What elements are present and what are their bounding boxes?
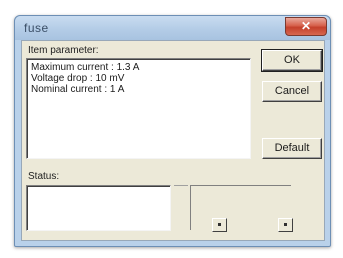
dialog-client-area: Item parameter: Maximum current : 1.3 A …	[21, 40, 325, 241]
cancel-button[interactable]: Cancel	[262, 81, 322, 102]
screenshot-stage: fuse ✕ Item parameter: Maximum current :…	[0, 0, 343, 258]
param-line-nominal-current: Nominal current : 1 A	[31, 84, 125, 95]
small-button-icon	[284, 223, 287, 226]
status-box	[26, 185, 171, 231]
default-button[interactable]: Default	[262, 138, 322, 159]
window-title: fuse	[24, 21, 49, 35]
param-line-max-current: Maximum current : 1.3 A	[31, 62, 140, 73]
right-small-button[interactable]	[278, 218, 293, 232]
item-parameter-box[interactable]: Maximum current : 1.3 A Voltage drop : 1…	[26, 58, 251, 159]
item-parameter-label: Item parameter:	[28, 45, 99, 56]
status-label: Status:	[28, 171, 60, 182]
left-small-button[interactable]	[212, 218, 227, 232]
title-bar[interactable]: fuse ✕	[15, 16, 330, 40]
close-button[interactable]: ✕	[285, 17, 327, 36]
control-frame	[190, 185, 291, 230]
ok-button[interactable]: OK	[261, 49, 323, 72]
param-line-voltage-drop: Voltage drop : 10 mV	[31, 73, 125, 84]
close-icon: ✕	[300, 19, 312, 33]
status-separator	[174, 185, 188, 186]
small-button-icon	[218, 223, 221, 226]
fuse-dialog: fuse ✕ Item parameter: Maximum current :…	[14, 15, 331, 247]
